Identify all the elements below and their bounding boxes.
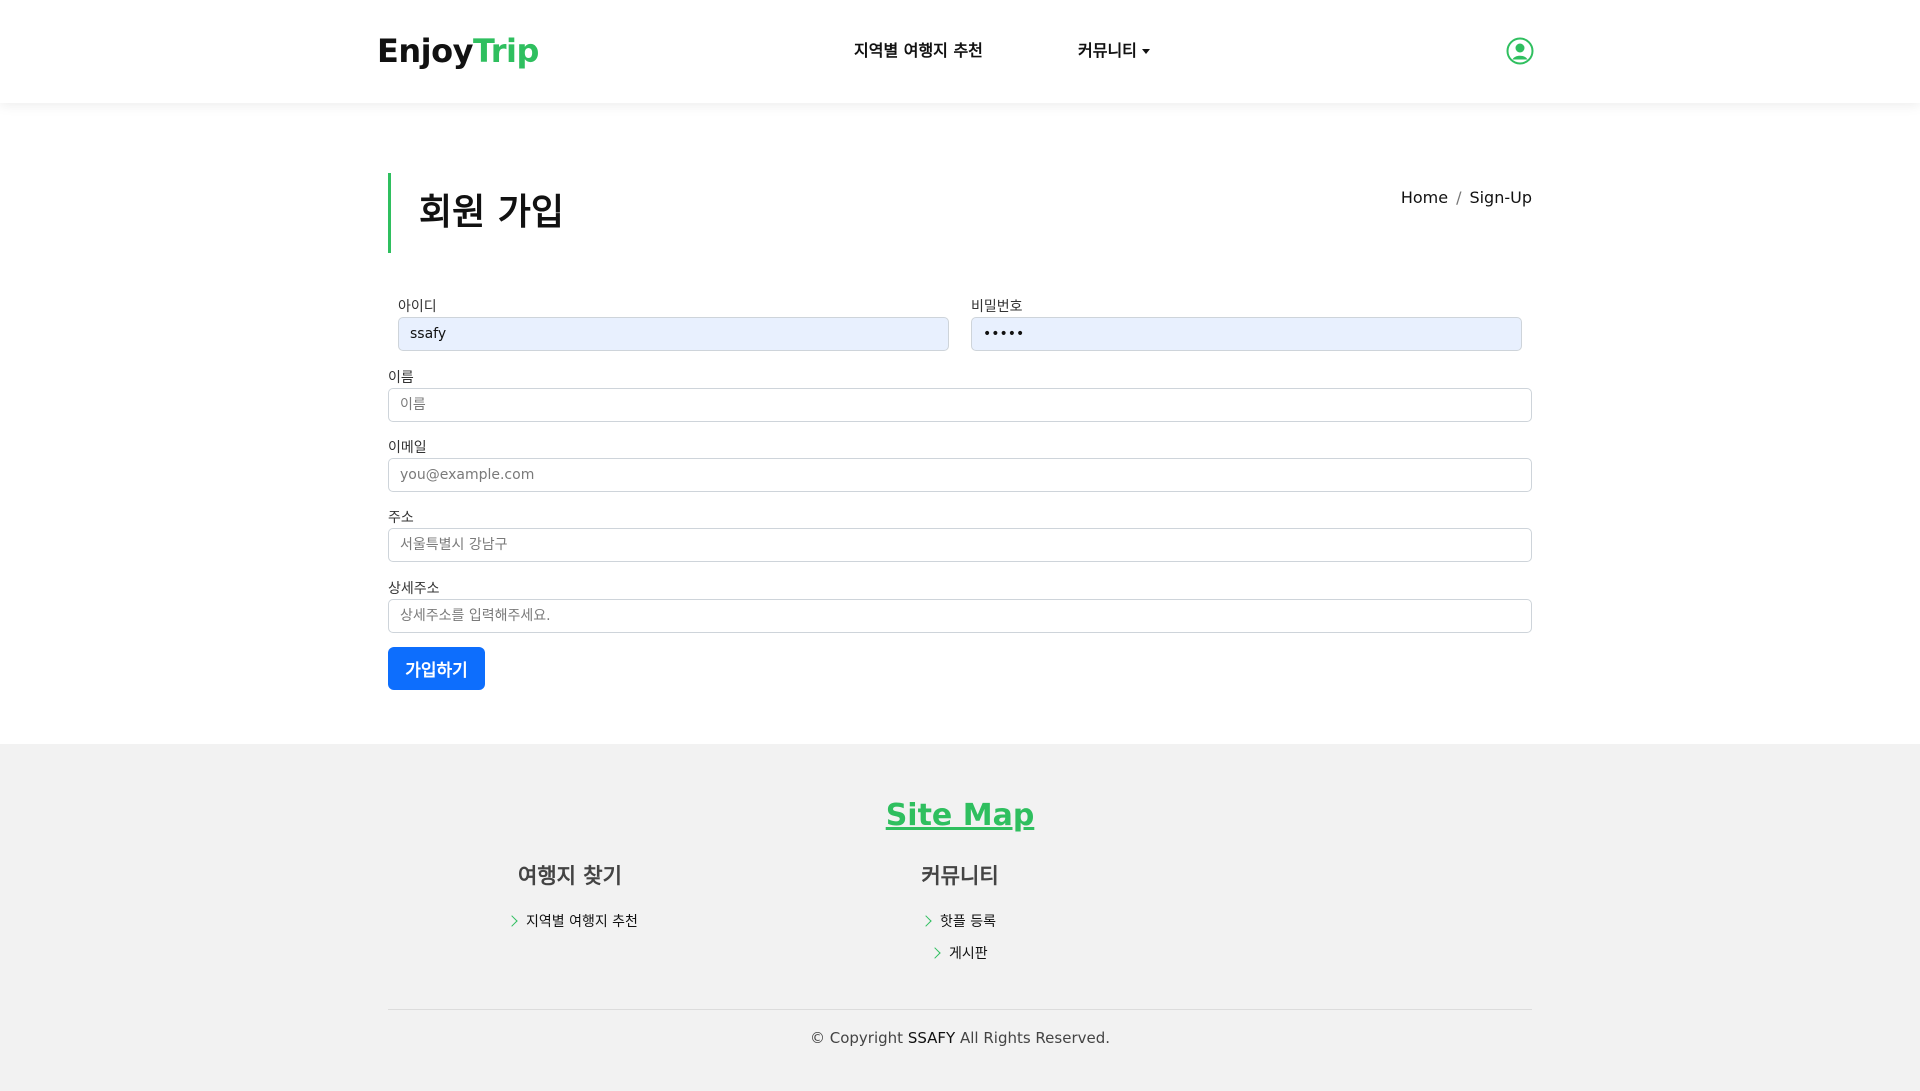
footer-link-board[interactable]: 게시판 (929, 943, 988, 963)
breadcrumb-separator: / (1456, 188, 1462, 207)
nav-community-label: 커뮤니티 (1078, 41, 1137, 60)
footer-col-title-find: 여행지 찾기 (518, 864, 622, 888)
sitemap-title[interactable]: Site Map (0, 798, 1920, 833)
footer-link-hotplace[interactable]: 핫플 등록 (920, 911, 996, 931)
nav-community-dropdown[interactable]: 커뮤니티 (1078, 37, 1150, 61)
password-field[interactable] (971, 317, 1522, 351)
copyright-text: © Copyright SSAFY All Rights Reserved. (0, 1029, 1920, 1047)
name-label: 이름 (388, 370, 414, 386)
page-title: 회원 가입 (419, 192, 565, 233)
logo-text-enjoy: Enjoy (377, 32, 473, 70)
footer-link-regional-recommend[interactable]: 지역별 여행지 추천 (506, 911, 638, 931)
footer-col-title-community: 커뮤니티 (921, 864, 999, 888)
detail-address-field[interactable] (388, 599, 1532, 633)
nav-regional-recommend[interactable]: 지역별 여행지 추천 (854, 37, 983, 61)
site-footer: Site Map 여행지 찾기 지역별 여행지 추천 커뮤니티 핫플 등록 게시… (0, 744, 1920, 1091)
email-field[interactable] (388, 458, 1532, 492)
chevron-right-icon (929, 947, 941, 959)
breadcrumb-current: Sign-Up (1469, 188, 1532, 207)
footer-link-label: 핫플 등록 (940, 914, 996, 930)
name-field[interactable] (388, 388, 1532, 422)
site-logo[interactable]: EnjoyTrip (377, 32, 539, 70)
breadcrumb-home[interactable]: Home (1401, 188, 1448, 207)
id-field[interactable] (398, 317, 949, 351)
detail-address-label: 상세주소 (388, 581, 440, 597)
copyright-prefix: © Copyright (809, 1029, 904, 1047)
page-title-block: 회원 가입 (388, 173, 564, 253)
user-circle-icon[interactable] (1506, 37, 1534, 65)
signup-submit-button[interactable]: 가입하기 (388, 647, 485, 690)
breadcrumb: Home / Sign-Up (1401, 188, 1532, 207)
footer-divider (388, 1009, 1532, 1010)
caret-down-icon (1141, 49, 1150, 54)
footer-link-label: 지역별 여행지 추천 (526, 914, 638, 930)
copyright-suffix: All Rights Reserved. (959, 1029, 1111, 1047)
address-field[interactable] (388, 528, 1532, 562)
email-label: 이메일 (388, 440, 427, 456)
site-header: EnjoyTrip 지역별 여행지 추천 커뮤니티 (0, 0, 1920, 103)
chevron-right-icon (920, 915, 932, 927)
copyright-brand: SSAFY (907, 1029, 956, 1047)
logo-text-trip: Trip (472, 32, 539, 70)
id-label: 아이디 (398, 299, 437, 315)
footer-link-label: 게시판 (949, 946, 988, 962)
address-label: 주소 (388, 510, 414, 526)
password-label: 비밀번호 (971, 299, 1023, 315)
chevron-right-icon (506, 915, 518, 927)
